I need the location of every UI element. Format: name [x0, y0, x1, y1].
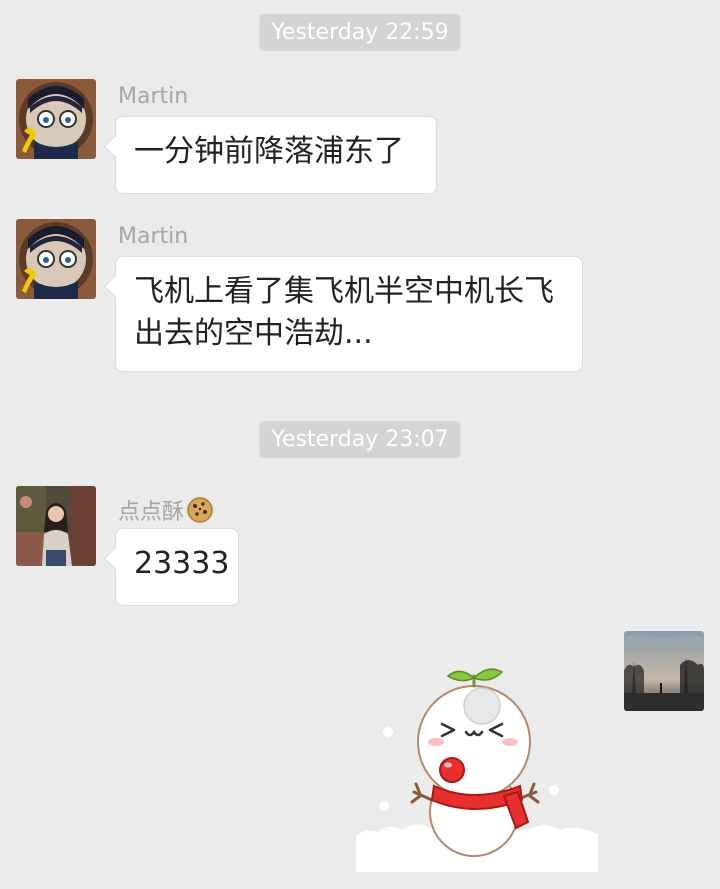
- message-bubble[interactable]: 23333: [115, 528, 239, 606]
- sender-name: Martin: [118, 224, 189, 249]
- message-text: 一分钟前降落浦东了: [134, 134, 404, 169]
- avatar-martin[interactable]: [16, 219, 96, 299]
- message-text: 飞机上看了集飞机半空中机长飞出去的空中浩劫...: [134, 274, 554, 351]
- sender-name: 点点酥: [118, 500, 185, 525]
- sender-name: Martin: [118, 84, 189, 109]
- snowman-sticker[interactable]: [356, 660, 598, 872]
- girl-photo-avatar-icon: [16, 486, 96, 566]
- message-text: 23333: [134, 546, 230, 581]
- message-bubble[interactable]: 一分钟前降落浦东了: [115, 116, 437, 194]
- detective-avatar-icon: [16, 219, 96, 299]
- timestamp-divider: Yesterday 22:59: [259, 14, 461, 51]
- cookie-emoji-icon: [187, 497, 213, 523]
- timestamp-divider: Yesterday 23:07: [259, 421, 461, 458]
- avatar-dianduansu[interactable]: [16, 486, 96, 566]
- detective-avatar-icon: [16, 79, 96, 159]
- sender-name-row: 点点酥: [118, 494, 214, 526]
- avatar-martin[interactable]: [16, 79, 96, 159]
- avatar-self[interactable]: [624, 631, 704, 711]
- sunset-trees-avatar-icon: [624, 631, 704, 711]
- message-bubble[interactable]: 飞机上看了集飞机半空中机长飞出去的空中浩劫...: [115, 256, 583, 372]
- snowman-sticker-icon: [356, 668, 598, 872]
